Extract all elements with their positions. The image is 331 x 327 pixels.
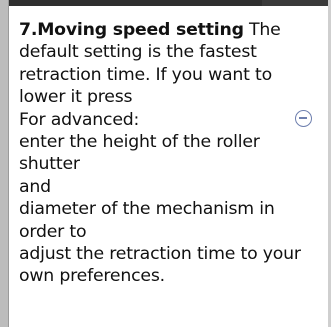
minus-circle-icon[interactable] <box>295 110 312 127</box>
step-heading: 7.Moving speed setting <box>19 20 244 40</box>
screen: 7.Moving speed setting The default setti… <box>0 0 331 327</box>
advanced-line-2: and <box>19 176 51 197</box>
advanced-line-3: diameter of the mechanism in order to <box>19 199 275 242</box>
advanced-line-4: adjust the retraction time to your own p… <box>19 244 301 287</box>
instruction-text: 7.Moving speed setting The default setti… <box>19 19 315 288</box>
advanced-label: For advanced: <box>19 109 140 130</box>
instruction-card: 7.Moving speed setting The default setti… <box>9 6 328 327</box>
minus-bar <box>299 117 307 119</box>
left-panel-edge <box>0 0 9 327</box>
advanced-line-1: enter the height of the roller shutter <box>19 132 260 175</box>
